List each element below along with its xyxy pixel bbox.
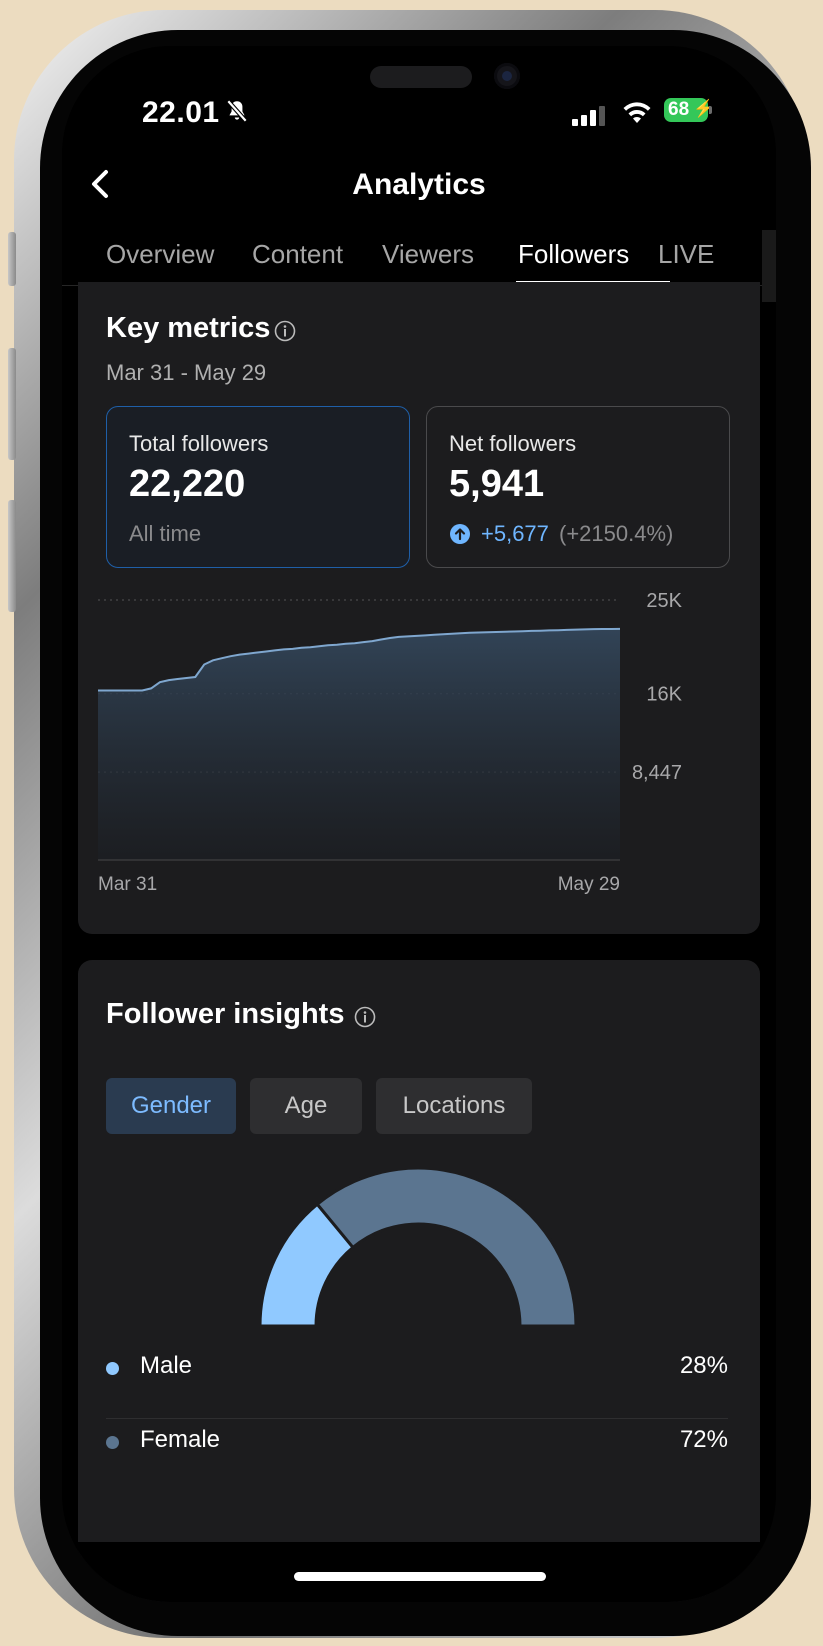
chip-gender[interactable]: Gender [106, 1078, 236, 1134]
female-value: 72% [679, 1426, 728, 1453]
front-camera [494, 63, 520, 89]
male-label: Male [140, 1352, 193, 1379]
total-followers-value: 22,220 [129, 463, 246, 505]
screen: 22.01 68 ⚡ Analytics Overview Content Vi… [62, 46, 776, 1602]
action-button [8, 232, 16, 286]
cellular-signal-icon [572, 106, 605, 126]
male-value: 28% [679, 1352, 728, 1379]
volume-down-button [8, 500, 16, 612]
total-followers-card[interactable]: Total followers 22,220 All time [106, 406, 410, 568]
tab-live[interactable]: LIVE [658, 239, 714, 270]
battery-tip [709, 106, 712, 114]
key-metrics-title: Key metrics [106, 312, 271, 344]
arrow-up-circle-icon [450, 524, 470, 544]
tab-viewers[interactable]: Viewers [382, 239, 474, 270]
battery-indicator: 68 ⚡ [664, 98, 714, 122]
tab-bar: Overview Content Viewers Followers LIVE [62, 231, 776, 286]
donut-segment-female [315, 1166, 578, 1328]
y-tick-label: 25K [646, 590, 682, 612]
x-tick-label-start: Mar 31 [98, 874, 157, 895]
battery-level: 68 [668, 99, 690, 120]
net-followers-delta: +5,677 [481, 521, 549, 546]
female-legend-dot [106, 1436, 119, 1449]
info-icon[interactable] [274, 320, 296, 342]
total-followers-label: Total followers [129, 431, 269, 456]
tab-content[interactable]: Content [252, 239, 343, 270]
bell-muted-icon [226, 99, 248, 123]
net-followers-label: Net followers [449, 431, 577, 456]
info-icon[interactable] [354, 1006, 376, 1028]
total-followers-sub: All time [129, 521, 202, 546]
volume-up-button [8, 348, 16, 460]
date-range: Mar 31 - May 29 [106, 360, 267, 385]
followers-area-chart: 25K 16K 8,447 Mar 31 May 29 [98, 590, 683, 895]
scroll-edge [762, 230, 776, 302]
follower-insights-card: Follower insights Gender Age Locations M… [78, 960, 760, 1602]
net-followers-delta-pct: (+2150.4%) [559, 521, 674, 546]
chip-locations[interactable]: Locations [376, 1078, 532, 1134]
page-title: Analytics [352, 168, 486, 201]
y-tick-label: 8,447 [632, 762, 682, 784]
status-time: 22.01 [142, 96, 220, 129]
female-label: Female [140, 1426, 221, 1453]
followers-area-fill [98, 628, 620, 860]
legend-row-male: Male 28% [106, 1346, 728, 1390]
key-metrics-card: Key metrics Mar 31 - May 29 Total follow… [78, 282, 760, 934]
net-followers-value: 5,941 [449, 463, 545, 505]
legend-row-female: Female 72% [106, 1420, 728, 1464]
wifi-icon [623, 102, 651, 123]
gender-half-donut-chart [258, 1166, 578, 1328]
net-followers-card[interactable]: Net followers 5,941 +5,677 (+2150.4%) [426, 406, 730, 568]
chip-age[interactable]: Age [250, 1078, 362, 1134]
follower-insights-title: Follower insights [106, 998, 345, 1030]
tab-followers[interactable]: Followers [518, 239, 629, 270]
home-indicator[interactable] [294, 1572, 546, 1581]
earpiece [370, 66, 472, 88]
legend-divider [106, 1418, 728, 1419]
tab-overview[interactable]: Overview [106, 239, 214, 270]
male-legend-dot [106, 1362, 119, 1375]
y-tick-label: 16K [646, 684, 682, 706]
x-tick-label-end: May 29 [558, 874, 620, 895]
